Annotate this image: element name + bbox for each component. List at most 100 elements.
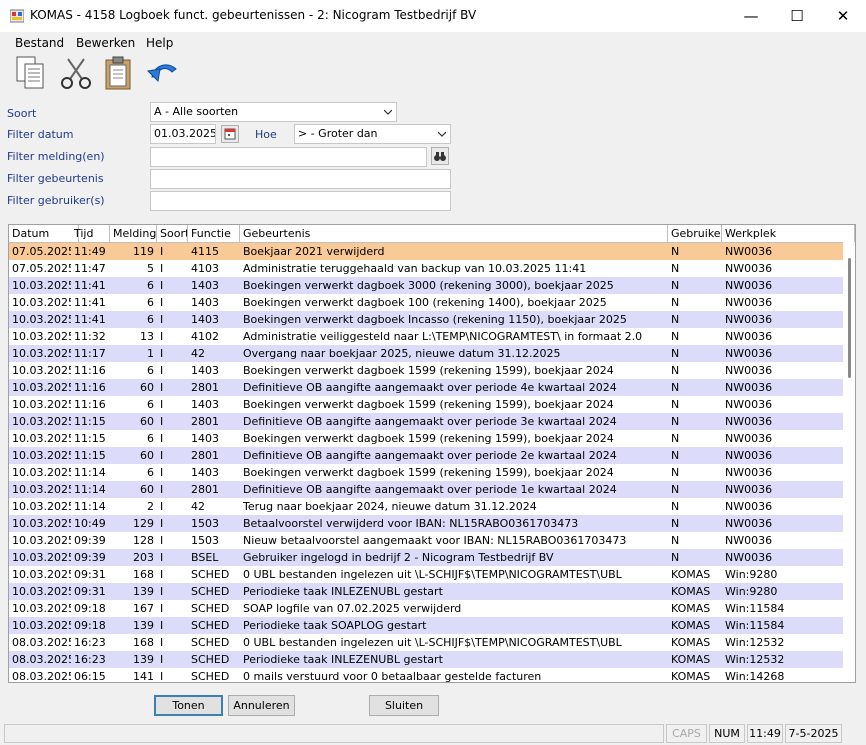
table-row[interactable]: 07.05.2025 11:49 119 I 4115 Boekjaar 2021 ver…	[9, 243, 843, 260]
table-row[interactable]: 10.03.2025 11:32 13 I 4102 Administratie veil…	[9, 328, 843, 345]
menu-help[interactable]: Help	[146, 36, 173, 50]
cell-gebeurtenis: Definitieve OB aangifte aangemaakt over …	[243, 483, 617, 496]
soort-select[interactable]: A - Alle soorten	[150, 102, 397, 122]
column-header-gebruiker[interactable]: Gebruiker	[668, 225, 722, 242]
cell-datum: 10.03.2025	[12, 330, 71, 343]
table-row[interactable]: 10.03.2025 11:16 6 I 1403 Boekingen verwerkt …	[9, 396, 843, 413]
cell-gebruiker: KOMAS	[671, 670, 711, 683]
cell-werkplek: Win:12532	[725, 653, 785, 666]
table-row[interactable]: 07.05.2025 11:47 5 I 4103 Administratie terug…	[9, 260, 843, 277]
cell-functie: 2801	[191, 483, 219, 496]
cell-gebruiker: N	[671, 347, 680, 360]
cell-werkplek: NW0036	[725, 551, 773, 564]
close-button[interactable]: ✕	[820, 0, 866, 32]
cell-melding: 6	[147, 466, 154, 479]
cell-functie: 2801	[191, 449, 219, 462]
cell-soort: I	[160, 381, 164, 394]
gebruiker-input[interactable]	[150, 191, 451, 211]
column-header-functie[interactable]: Functie	[188, 225, 240, 242]
column-header-datum[interactable]: Datum	[9, 225, 79, 242]
tonen-button[interactable]: Tonen	[154, 695, 223, 716]
cell-gebeurtenis: Boekingen verwerkt dagboek 1599 (rekenin…	[243, 432, 614, 445]
cell-melding: 6	[147, 313, 154, 326]
table-row[interactable]: 08.03.2025 06:15 141 I SCHED 0 mails verstuur…	[9, 668, 843, 683]
cut-icon[interactable]	[58, 55, 94, 91]
minimize-button[interactable]: —	[728, 0, 774, 32]
column-header-gebeurtenis[interactable]: Gebeurtenis	[240, 225, 668, 242]
calendar-button[interactable]	[221, 125, 239, 143]
cell-gebeurtenis: Definitieve OB aangifte aangemaakt over …	[243, 381, 617, 394]
cell-gebruiker: KOMAS	[671, 619, 711, 632]
event-log-table[interactable]: Datum Tijd Melding Soort Functie Gebeurt…	[8, 224, 856, 683]
cell-werkplek: Win:12532	[725, 636, 785, 649]
column-header-melding[interactable]: Melding	[110, 225, 157, 242]
table-row[interactable]: 10.03.2025 11:17 1 I 42 Overgang naar boekjaa…	[9, 345, 843, 362]
table-header: Datum Tijd Melding Soort Functie Gebeurt…	[9, 225, 855, 243]
sluiten-button[interactable]: Sluiten	[369, 695, 439, 716]
paste-icon[interactable]	[101, 55, 137, 91]
undo-icon[interactable]	[146, 55, 182, 91]
table-row[interactable]: 10.03.2025 09:18 167 I SCHED SOAP logfile van…	[9, 600, 843, 617]
search-button[interactable]	[431, 147, 449, 165]
cell-datum: 10.03.2025	[12, 432, 71, 445]
column-header-soort[interactable]: Soort	[157, 225, 188, 242]
table-row[interactable]: 10.03.2025 09:39 128 I 1503 Nieuw betaalvoors…	[9, 532, 843, 549]
vertical-scrollbar[interactable]	[843, 242, 855, 682]
status-date: 7-5-2025	[785, 724, 842, 743]
cell-gebruiker: KOMAS	[671, 585, 711, 598]
table-row[interactable]: 10.03.2025 11:14 6 I 1403 Boekingen verwerkt …	[9, 464, 843, 481]
cell-datum: 10.03.2025	[12, 279, 71, 292]
menu-bestand[interactable]: Bestand	[15, 36, 64, 50]
cell-werkplek: Win:11584	[725, 619, 785, 632]
table-row[interactable]: 10.03.2025 11:14 2 I 42 Terug naar boekjaar 2…	[9, 498, 843, 515]
table-row[interactable]: 10.03.2025 11:15 60 I 2801 Definitieve OB aan…	[9, 447, 843, 464]
cell-tijd: 09:39	[74, 551, 106, 564]
menu-bewerken[interactable]: Bewerken	[76, 36, 135, 50]
datum-input[interactable]: 01.03.2025	[150, 124, 216, 144]
cell-tijd: 11:14	[74, 500, 106, 513]
cell-functie: SCHED	[191, 636, 230, 649]
maximize-button[interactable]: ☐	[774, 0, 820, 32]
table-row[interactable]: 08.03.2025 16:23 139 I SCHED Periodieke taak …	[9, 651, 843, 668]
cell-melding: 203	[133, 551, 154, 564]
table-row[interactable]: 10.03.2025 09:18 139 I SCHED Periodieke taak …	[9, 617, 843, 634]
cell-werkplek: NW0036	[725, 279, 773, 292]
table-row[interactable]: 10.03.2025 11:41 6 I 1403 Boekingen verwerkt …	[9, 294, 843, 311]
copy-icon[interactable]	[13, 55, 49, 91]
cell-gebruiker: N	[671, 483, 680, 496]
column-header-tijd[interactable]: Tijd	[71, 225, 110, 242]
table-row[interactable]: 10.03.2025 11:41 6 I 1403 Boekingen verwerkt …	[9, 311, 843, 328]
table-row[interactable]: 10.03.2025 11:15 60 I 2801 Definitieve OB aan…	[9, 413, 843, 430]
melding-input[interactable]	[150, 147, 427, 167]
table-row[interactable]: 10.03.2025 11:16 6 I 1403 Boekingen verwerkt …	[9, 362, 843, 379]
status-message-panel	[4, 724, 664, 743]
cell-gebruiker: KOMAS	[671, 653, 711, 666]
cell-gebruiker: N	[671, 398, 680, 411]
cell-gebeurtenis: Periodieke taak INLEZENUBL gestart	[243, 653, 443, 666]
table-row[interactable]: 08.03.2025 16:23 168 I SCHED 0 UBL bestanden …	[9, 634, 843, 651]
table-row[interactable]: 10.03.2025 10:49 129 I 1503 Betaalvoorstel ve…	[9, 515, 843, 532]
scrollbar-thumb[interactable]	[848, 258, 851, 378]
cell-melding: 6	[147, 296, 154, 309]
hoe-select[interactable]: > - Groter dan	[294, 124, 451, 144]
column-header-werkplek[interactable]: Werkplek	[722, 225, 855, 242]
cell-melding: 139	[133, 619, 154, 632]
table-row[interactable]: 10.03.2025 09:31 139 I SCHED Periodieke taak …	[9, 583, 843, 600]
cell-functie: 1403	[191, 466, 219, 479]
table-row[interactable]: 10.03.2025 11:14 60 I 2801 Definitieve OB aan…	[9, 481, 843, 498]
cell-tijd: 09:18	[74, 602, 106, 615]
cell-werkplek: NW0036	[725, 432, 773, 445]
table-row[interactable]: 10.03.2025 11:16 60 I 2801 Definitieve OB aan…	[9, 379, 843, 396]
table-row[interactable]: 10.03.2025 09:39 203 I BSEL Gebruiker ingelog…	[9, 549, 843, 566]
chevron-down-icon	[438, 131, 446, 137]
cell-gebruiker: N	[671, 517, 680, 530]
table-row[interactable]: 10.03.2025 11:15 6 I 1403 Boekingen verwerkt …	[9, 430, 843, 447]
cell-datum: 07.05.2025	[12, 245, 71, 258]
annuleren-button[interactable]: Annuleren	[228, 695, 295, 716]
table-row[interactable]: 10.03.2025 11:41 6 I 1403 Boekingen verwerkt …	[9, 277, 843, 294]
cell-werkplek: NW0036	[725, 296, 773, 309]
cell-soort: I	[160, 347, 164, 360]
gebeurtenis-input[interactable]	[150, 169, 451, 189]
cell-datum: 10.03.2025	[12, 602, 71, 615]
table-row[interactable]: 10.03.2025 09:31 168 I SCHED 0 UBL bestanden …	[9, 566, 843, 583]
